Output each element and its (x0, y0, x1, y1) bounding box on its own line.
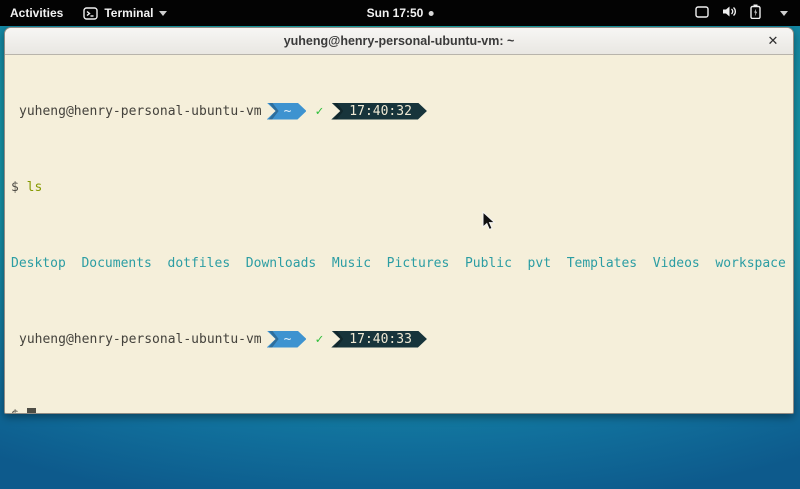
powerline-chevron-icon (269, 103, 279, 120)
input-line: $ (11, 407, 791, 414)
system-status-menu[interactable] (683, 0, 800, 26)
cwd-segment: ~ (267, 331, 307, 348)
powerline-chevron-icon (269, 331, 279, 348)
app-menu-button[interactable]: Terminal (73, 0, 177, 26)
chevron-down-icon (159, 11, 167, 16)
battery-charging-icon (750, 4, 761, 22)
powerline-chevron-icon (333, 103, 343, 120)
powerline-chevron-icon (333, 331, 343, 348)
desktop-background: Activities Terminal Sun 17:50 (0, 0, 800, 489)
ls-output-line: Desktop Documents dotfiles Downloads Mus… (11, 255, 791, 271)
cwd-segment: ~ (267, 103, 307, 120)
terminal-content[interactable]: yuheng@henry-personal-ubuntu-vm ~ ✓ 17:4… (5, 55, 793, 414)
chevron-down-icon (780, 11, 788, 16)
app-menu-label: Terminal (104, 6, 153, 20)
timestamp: 17:40:32 (349, 104, 412, 119)
notification-dot (428, 11, 433, 16)
topbar-left: Activities Terminal (0, 0, 177, 26)
display-icon (695, 6, 709, 21)
terminal-app-icon (83, 7, 98, 20)
prompt-symbol: $ (11, 180, 19, 195)
terminal-window: yuheng@henry-personal-ubuntu-vm: ~ ✕ yuh… (4, 27, 794, 414)
prompt-symbol: $ (11, 408, 19, 415)
timestamp: 17:40:33 (349, 332, 412, 347)
cwd-label: ~ (284, 104, 292, 119)
time-segment: 17:40:32 (331, 103, 427, 120)
clock-button[interactable]: Sun 17:50 (359, 0, 442, 26)
activities-button[interactable]: Activities (0, 0, 73, 26)
command-text: ls (27, 180, 43, 195)
time-segment: 17:40:33 (331, 331, 427, 348)
prompt-line: yuheng@henry-personal-ubuntu-vm ~ ✓ 17:4… (11, 103, 791, 119)
command-line: $ ls (11, 179, 791, 195)
prompt-line: yuheng@henry-personal-ubuntu-vm ~ ✓ 17:4… (11, 331, 791, 347)
top-bar: Activities Terminal Sun 17:50 (0, 0, 800, 26)
prompt-user-host: yuheng@henry-personal-ubuntu-vm (11, 332, 262, 347)
window-title: yuheng@henry-personal-ubuntu-vm: ~ (284, 34, 515, 48)
terminal-cursor (27, 408, 36, 414)
status-ok-icon: ✓ (315, 332, 323, 347)
clock-label: Sun 17:50 (367, 6, 424, 20)
volume-icon (722, 5, 737, 21)
cwd-label: ~ (284, 332, 292, 347)
close-icon[interactable]: ✕ (764, 32, 782, 50)
window-titlebar[interactable]: yuheng@henry-personal-ubuntu-vm: ~ ✕ (5, 28, 793, 55)
prompt-user-host: yuheng@henry-personal-ubuntu-vm (11, 104, 262, 119)
status-ok-icon: ✓ (315, 104, 323, 119)
